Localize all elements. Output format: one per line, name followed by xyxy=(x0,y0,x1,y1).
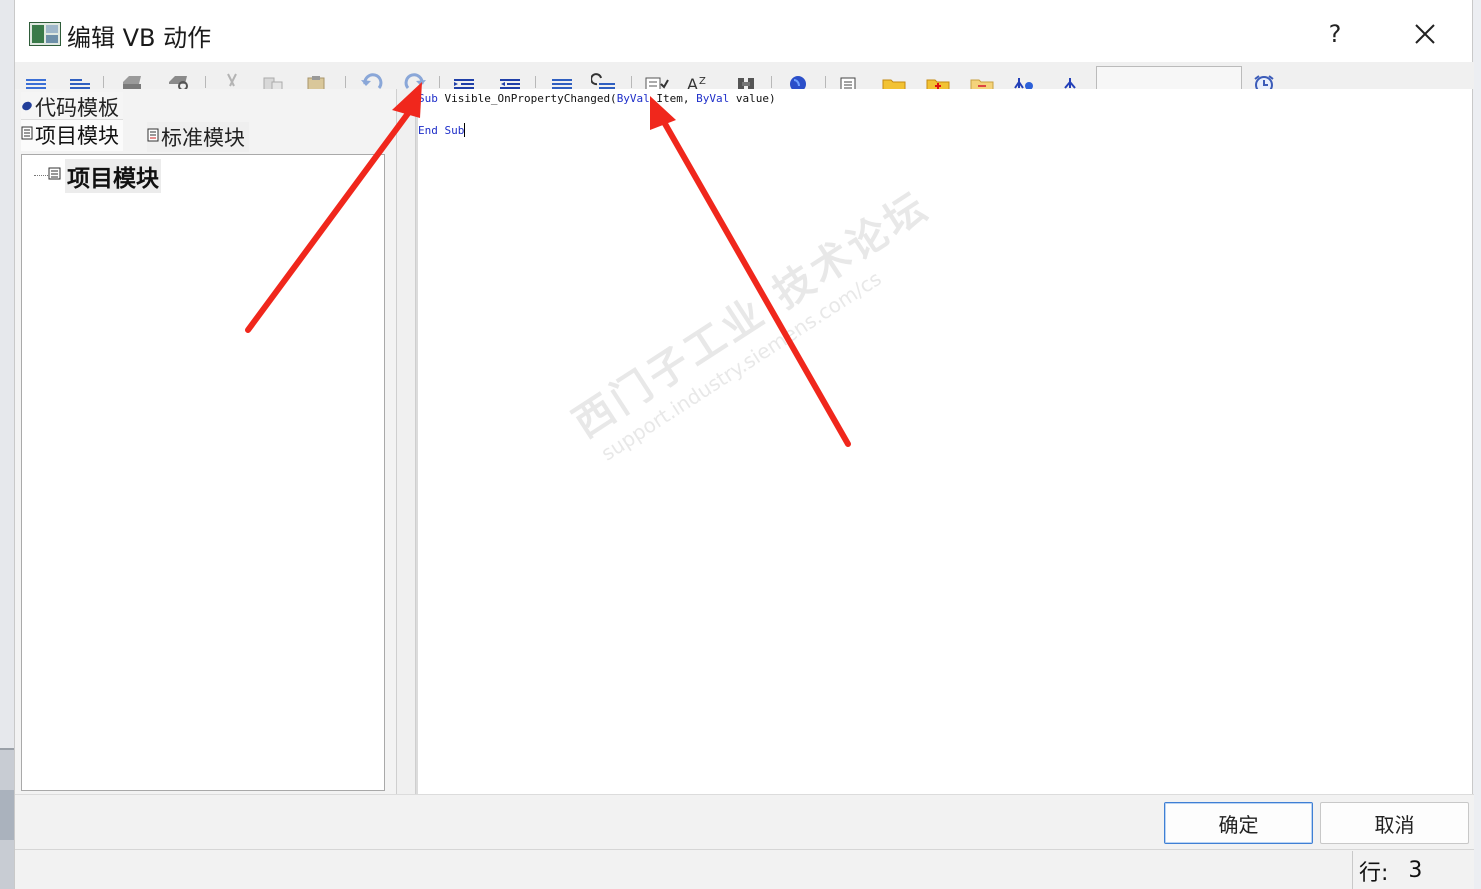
toolbar: AZ xyxy=(15,62,1474,89)
toolbar-combo[interactable] xyxy=(1096,66,1242,89)
tab-code-template-label: 代码模板 xyxy=(35,96,119,120)
svg-text:A: A xyxy=(687,75,698,89)
font-icon[interactable]: AZ xyxy=(685,70,711,89)
code-editor[interactable]: Sub Visible_OnPropertyChanged(ByVal Item… xyxy=(416,89,1472,794)
find-icon[interactable] xyxy=(733,70,759,89)
panel-splitter[interactable] xyxy=(396,89,416,794)
code-keyword: Sub xyxy=(418,92,438,105)
code-keyword: ByVal xyxy=(696,92,730,105)
ok-button[interactable]: 确定 xyxy=(1164,802,1313,844)
close-button[interactable] xyxy=(1395,10,1455,58)
code-text[interactable]: Sub Visible_OnPropertyChanged(ByVal Item… xyxy=(418,91,776,139)
code-keyword: ByVal xyxy=(616,92,650,105)
template-icon xyxy=(21,93,33,111)
redo-icon[interactable] xyxy=(402,70,428,89)
cancel-button[interactable]: 取消 xyxy=(1320,802,1469,844)
folder-icon[interactable] xyxy=(881,70,907,89)
status-line-indicator: 行: 3 xyxy=(1352,851,1474,889)
toolbar-separator xyxy=(825,76,827,88)
tag-icon[interactable] xyxy=(1011,70,1037,89)
increase-indent-icon[interactable] xyxy=(451,70,477,89)
module-icon xyxy=(147,123,159,142)
toolbar-separator xyxy=(205,76,207,88)
code-keyword: End xyxy=(418,124,438,137)
code-text-segment: value) xyxy=(729,92,776,105)
tab-project-module-label: 项目模块 xyxy=(35,124,119,148)
toolbar-separator xyxy=(439,76,441,88)
code-text-segment: Item, xyxy=(649,92,697,105)
module-icon xyxy=(21,121,33,140)
indent-icon[interactable] xyxy=(67,70,93,89)
clock-icon[interactable] xyxy=(1251,70,1277,89)
text-caret xyxy=(464,123,466,137)
tab-project-module[interactable]: 项目模块 xyxy=(21,119,123,151)
editor-margin xyxy=(416,89,418,794)
dialog-footer: 确定 取消 行: 3 xyxy=(15,794,1474,889)
tree-item-project-module[interactable]: 项目模块 xyxy=(65,159,161,193)
tab-standard-module[interactable]: 标准模块 xyxy=(147,122,249,152)
background-left-strip-lower xyxy=(0,790,14,840)
decrease-indent-icon[interactable] xyxy=(497,70,523,89)
status-line-value: 3 xyxy=(1408,858,1423,883)
print-preview-icon[interactable] xyxy=(165,70,191,89)
status-line-label: 行: xyxy=(1359,860,1389,886)
tab-standard-module-label: 标准模块 xyxy=(161,126,245,150)
folder-delete-icon[interactable] xyxy=(969,70,995,89)
title-bar[interactable]: 编辑 VB 动作 ? xyxy=(15,0,1472,62)
edit-vb-action-dialog: 编辑 VB 动作 ? AZ 代码模板 项目模块 标准模块 项目模块 Sub Vi… xyxy=(14,0,1474,889)
toolbar-separator xyxy=(771,76,773,88)
code-text-segment: Visible_OnPropertyChanged( xyxy=(437,92,617,105)
close-icon xyxy=(1415,24,1435,44)
toolbar-separator xyxy=(103,76,105,88)
uncomment-icon[interactable] xyxy=(591,70,617,89)
tag-select-icon[interactable] xyxy=(1057,70,1083,89)
cut-icon[interactable] xyxy=(219,70,245,89)
toolbar-separator xyxy=(345,76,347,88)
globe-icon[interactable] xyxy=(785,70,811,89)
module-tree[interactable]: 项目模块 xyxy=(21,154,385,791)
toolbar-separator xyxy=(535,76,537,88)
svg-text:Z: Z xyxy=(699,76,706,87)
app-icon xyxy=(29,22,61,46)
comment-icon[interactable] xyxy=(549,70,575,89)
statusbar-divider xyxy=(15,849,1474,850)
print-icon[interactable] xyxy=(119,70,145,89)
tab-code-template[interactable]: 代码模板 xyxy=(21,92,123,120)
syntax-check-icon[interactable] xyxy=(643,70,669,89)
module-icon xyxy=(48,167,61,180)
help-button[interactable]: ? xyxy=(1305,10,1365,58)
align-icon[interactable] xyxy=(23,70,49,89)
code-keyword: Sub xyxy=(444,124,465,137)
background-right-strip xyxy=(1472,0,1481,889)
copy-icon[interactable] xyxy=(260,70,286,89)
paste-icon[interactable] xyxy=(304,70,330,89)
toolbar-separator xyxy=(631,76,633,88)
undo-icon[interactable] xyxy=(359,70,385,89)
window-title: 编辑 VB 动作 xyxy=(67,24,212,52)
document-icon[interactable] xyxy=(837,70,863,89)
folder-add-icon[interactable] xyxy=(925,70,951,89)
